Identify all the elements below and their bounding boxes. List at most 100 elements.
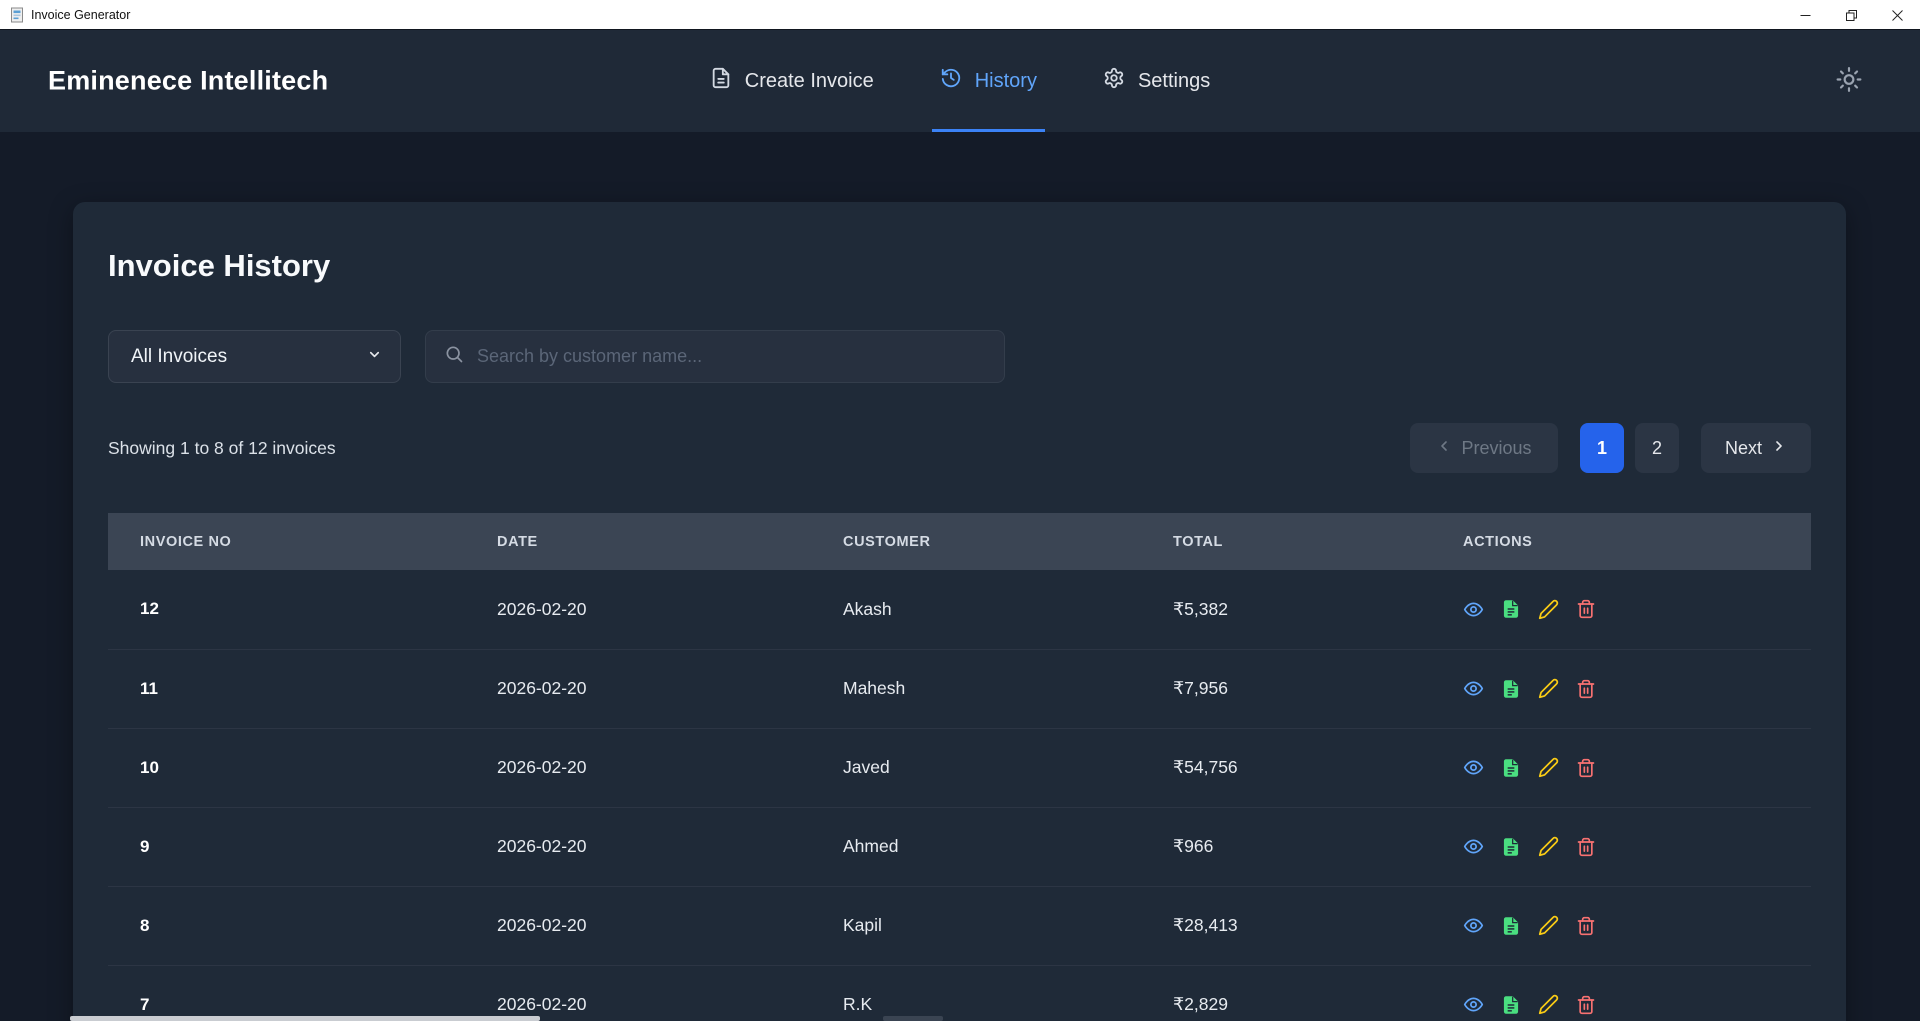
eye-icon[interactable] bbox=[1463, 757, 1484, 778]
invoice-no-cell: 7 bbox=[108, 965, 465, 1021]
table-row: 11 2026-02-20 Mahesh ₹7,956 bbox=[108, 649, 1811, 728]
trash-icon[interactable] bbox=[1576, 916, 1596, 936]
app-icon bbox=[9, 7, 25, 23]
eye-icon[interactable] bbox=[1463, 915, 1484, 936]
trash-icon[interactable] bbox=[1576, 599, 1596, 619]
table-header-row: INVOICE NO DATE CUSTOMER TOTAL ACTIONS bbox=[108, 513, 1811, 570]
table-row: 12 2026-02-20 Akash ₹5,382 bbox=[108, 570, 1811, 649]
row-actions bbox=[1463, 994, 1811, 1015]
actions-cell bbox=[1431, 965, 1811, 1021]
gear-icon bbox=[1103, 67, 1125, 95]
nav-label: Settings bbox=[1138, 70, 1210, 93]
file-invoice-icon[interactable] bbox=[1501, 916, 1521, 936]
nav-label: Create Invoice bbox=[745, 70, 874, 93]
pencil-icon[interactable] bbox=[1538, 836, 1559, 857]
pagination: Previous 1 2 Next bbox=[1410, 423, 1811, 473]
previous-page-button[interactable]: Previous bbox=[1410, 423, 1558, 473]
filter-row: All Invoices bbox=[108, 330, 1811, 383]
pencil-icon[interactable] bbox=[1538, 757, 1559, 778]
file-invoice-icon[interactable] bbox=[1501, 995, 1521, 1015]
pencil-icon[interactable] bbox=[1538, 994, 1559, 1015]
pencil-icon[interactable] bbox=[1538, 678, 1559, 699]
header-customer: CUSTOMER bbox=[811, 513, 1141, 570]
row-actions bbox=[1463, 757, 1811, 778]
window-title: Invoice Generator bbox=[31, 8, 130, 22]
row-actions bbox=[1463, 836, 1811, 857]
header-actions: ACTIONS bbox=[1431, 513, 1811, 570]
file-text-icon bbox=[710, 67, 732, 95]
trash-icon[interactable] bbox=[1576, 758, 1596, 778]
header-total: TOTAL bbox=[1141, 513, 1431, 570]
page-button-1[interactable]: 1 bbox=[1580, 423, 1624, 473]
horizontal-scrollbar[interactable] bbox=[0, 1015, 1920, 1021]
trash-icon[interactable] bbox=[1576, 679, 1596, 699]
file-invoice-icon[interactable] bbox=[1501, 837, 1521, 857]
chevron-down-icon bbox=[367, 346, 382, 368]
eye-icon[interactable] bbox=[1463, 994, 1484, 1015]
actions-cell bbox=[1431, 570, 1811, 649]
results-summary: Showing 1 to 8 of 12 invoices bbox=[108, 438, 336, 459]
customer-cell: Mahesh bbox=[811, 649, 1141, 728]
table-row: 9 2026-02-20 Ahmed ₹966 bbox=[108, 807, 1811, 886]
close-button[interactable] bbox=[1874, 0, 1920, 30]
actions-cell bbox=[1431, 728, 1811, 807]
eye-icon[interactable] bbox=[1463, 599, 1484, 620]
total-cell: ₹7,956 bbox=[1141, 649, 1431, 728]
search-input[interactable] bbox=[477, 346, 988, 367]
actions-cell bbox=[1431, 886, 1811, 965]
invoice-filter-select[interactable]: All Invoices bbox=[108, 330, 401, 383]
eye-icon[interactable] bbox=[1463, 678, 1484, 699]
file-invoice-icon[interactable] bbox=[1501, 599, 1521, 619]
page-button-2[interactable]: 2 bbox=[1635, 423, 1679, 473]
theme-toggle-button[interactable] bbox=[1836, 67, 1862, 96]
minimize-button[interactable] bbox=[1782, 0, 1828, 30]
table-row: 7 2026-02-20 R.K ₹2,829 bbox=[108, 965, 1811, 1021]
eye-icon[interactable] bbox=[1463, 836, 1484, 857]
nav-item-history[interactable]: History bbox=[940, 30, 1037, 132]
date-cell: 2026-02-20 bbox=[465, 649, 811, 728]
chevron-right-icon bbox=[1771, 438, 1787, 459]
invoice-table: INVOICE NO DATE CUSTOMER TOTAL ACTIONS 1… bbox=[108, 513, 1811, 1021]
search-icon bbox=[444, 344, 464, 369]
file-invoice-icon[interactable] bbox=[1501, 758, 1521, 778]
brand-title: Eminenece Intellitech bbox=[48, 66, 328, 97]
window-titlebar: Invoice Generator bbox=[0, 0, 1920, 30]
scrollbar-thumb[interactable] bbox=[70, 1016, 540, 1021]
page-background: Invoice History All Invoices Showing 1 t… bbox=[0, 132, 1920, 1021]
table-row: 8 2026-02-20 Kapil ₹28,413 bbox=[108, 886, 1811, 965]
next-page-button[interactable]: Next bbox=[1701, 423, 1811, 473]
trash-icon[interactable] bbox=[1576, 995, 1596, 1015]
window-controls bbox=[1782, 0, 1920, 30]
trash-icon[interactable] bbox=[1576, 837, 1596, 857]
nav-label: History bbox=[975, 70, 1037, 93]
row-actions bbox=[1463, 678, 1811, 699]
nav-item-create-invoice[interactable]: Create Invoice bbox=[710, 30, 874, 132]
invoice-no-cell: 9 bbox=[108, 807, 465, 886]
table-row: 10 2026-02-20 Javed ₹54,756 bbox=[108, 728, 1811, 807]
nav-item-settings[interactable]: Settings bbox=[1103, 30, 1210, 132]
page-title: Invoice History bbox=[108, 245, 1811, 287]
date-cell: 2026-02-20 bbox=[465, 807, 811, 886]
date-cell: 2026-02-20 bbox=[465, 570, 811, 649]
restore-button[interactable] bbox=[1828, 0, 1874, 30]
row-actions bbox=[1463, 915, 1811, 936]
total-cell: ₹2,829 bbox=[1141, 965, 1431, 1021]
history-icon bbox=[940, 67, 962, 95]
customer-cell: Kapil bbox=[811, 886, 1141, 965]
invoice-no-cell: 8 bbox=[108, 886, 465, 965]
invoice-history-card: Invoice History All Invoices Showing 1 t… bbox=[73, 202, 1846, 1021]
pencil-icon[interactable] bbox=[1538, 599, 1559, 620]
customer-cell: Ahmed bbox=[811, 807, 1141, 886]
search-box bbox=[425, 330, 1005, 383]
customer-cell: Javed bbox=[811, 728, 1141, 807]
actions-cell bbox=[1431, 649, 1811, 728]
total-cell: ₹28,413 bbox=[1141, 886, 1431, 965]
file-invoice-icon[interactable] bbox=[1501, 679, 1521, 699]
row-actions bbox=[1463, 599, 1811, 620]
restore-icon bbox=[1846, 10, 1857, 21]
header-date: DATE bbox=[465, 513, 811, 570]
select-value: All Invoices bbox=[131, 346, 367, 368]
total-cell: ₹966 bbox=[1141, 807, 1431, 886]
pencil-icon[interactable] bbox=[1538, 915, 1559, 936]
date-cell: 2026-02-20 bbox=[465, 728, 811, 807]
